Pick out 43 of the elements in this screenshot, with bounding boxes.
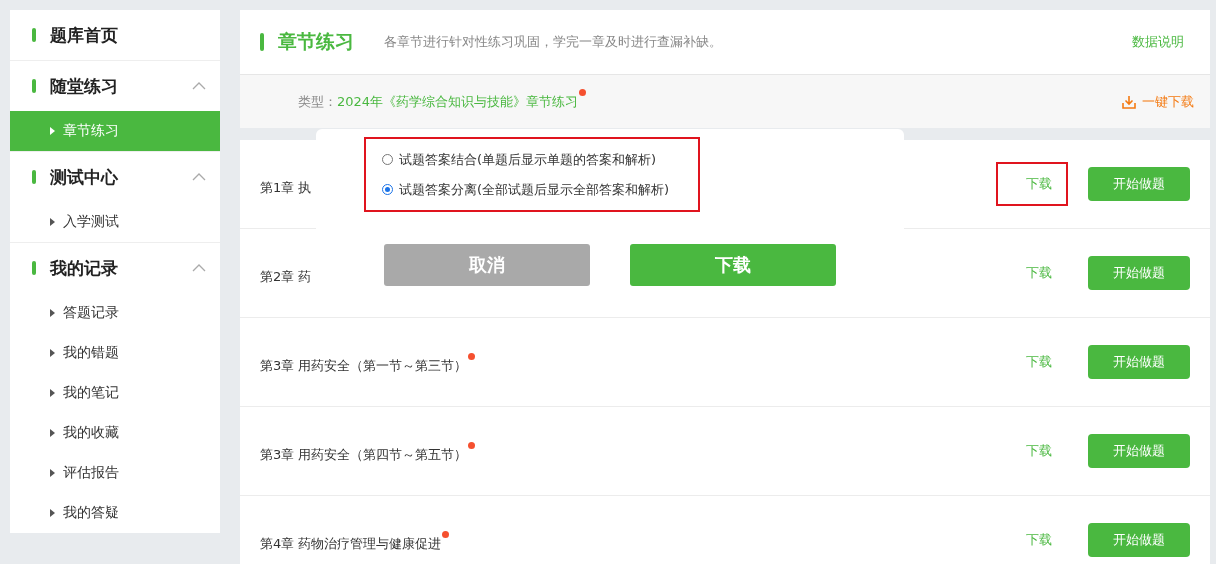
download-all-button[interactable]: 一键下载 [1122, 92, 1194, 111]
sidebar-item[interactable]: 章节练习 [10, 111, 220, 151]
chapter-title: 第3章 用药安全（第一节～第三节） [260, 357, 468, 375]
start-button[interactable]: 开始做题 [1088, 256, 1190, 290]
start-button[interactable]: 开始做题 [1088, 345, 1190, 379]
caret-icon [50, 469, 55, 477]
type-label: 类型： [298, 92, 337, 111]
start-button[interactable]: 开始做题 [1088, 523, 1190, 557]
group-title: 测试中心 [50, 165, 119, 189]
start-button[interactable]: 开始做题 [1088, 434, 1190, 468]
download-link[interactable]: 下载 [996, 162, 1068, 206]
caret-icon [50, 429, 55, 437]
download-link[interactable]: 下载 [996, 429, 1068, 473]
download-link[interactable]: 下载 [996, 518, 1068, 562]
caret-icon [50, 389, 55, 397]
cancel-button[interactable]: 取消 [384, 244, 590, 286]
download-link[interactable]: 下载 [996, 340, 1068, 384]
sidebar-group[interactable]: 随堂练习 [10, 61, 220, 111]
chapter-title: 第1章 执 [260, 179, 312, 197]
group-title: 题库首页 [50, 23, 119, 47]
caret-icon [50, 218, 55, 226]
page-title: 章节练习 [278, 29, 354, 54]
group-title: 随堂练习 [50, 74, 119, 98]
download-button[interactable]: 下载 [630, 244, 836, 286]
caret-icon [50, 309, 55, 317]
page-description: 各章节进行针对性练习巩固，学完一章及时进行查漏补缺。 [384, 33, 723, 51]
caret-icon [50, 509, 55, 517]
sidebar-group[interactable]: 题库首页 [10, 10, 220, 60]
download-link[interactable]: 下载 [996, 251, 1068, 295]
sidebar-group[interactable]: 我的记录 [10, 243, 220, 293]
chapter-title: 第3章 用药安全（第四节～第五节） [260, 446, 468, 464]
chapter-title: 第2章 药 [260, 268, 312, 286]
radio-option[interactable]: 试题答案结合(单题后显示单题的答案和解析) [382, 150, 698, 169]
type-value: 2024年《药学综合知识与技能》章节练习 [337, 92, 579, 111]
caret-icon [50, 127, 55, 135]
caret-icon [50, 349, 55, 357]
group-title: 我的记录 [50, 256, 119, 280]
option-label: 试题答案结合(单题后显示单题的答案和解析) [399, 150, 657, 169]
chapter-title: 第4章 药物治疗管理与健康促进 [260, 535, 442, 553]
download-icon [1122, 94, 1136, 109]
data-info-link[interactable]: 数据说明 [1132, 33, 1184, 51]
sidebar-group[interactable]: 测试中心 [10, 152, 220, 202]
start-button[interactable]: 开始做题 [1088, 167, 1190, 201]
